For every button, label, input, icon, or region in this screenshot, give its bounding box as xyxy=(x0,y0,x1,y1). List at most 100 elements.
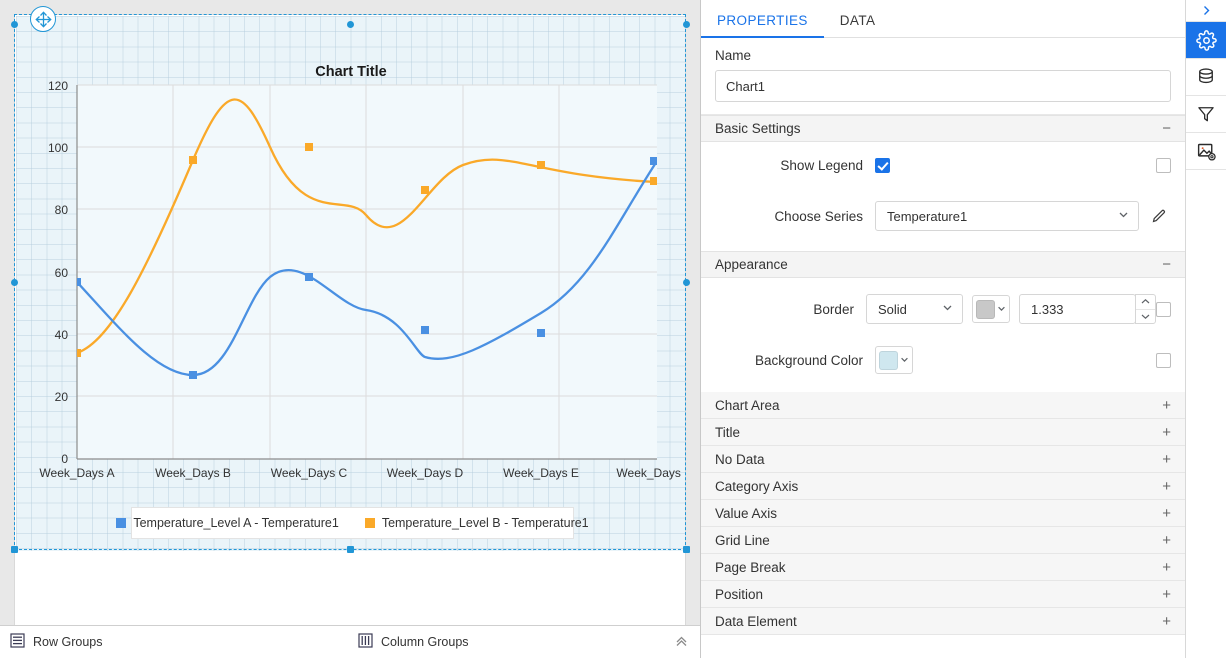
expand-toggle[interactable]: + xyxy=(1162,506,1171,521)
selection-handle-bottom-right[interactable] xyxy=(683,546,690,553)
background-color-row: Background Color xyxy=(715,346,1171,374)
section-label: Data Element xyxy=(715,613,797,629)
border-color-swatch xyxy=(976,299,995,319)
svg-text:120: 120 xyxy=(48,79,68,93)
legend-label-series-a: Temperature_Level A - Temperature1 xyxy=(133,516,339,530)
expand-toggle[interactable]: + xyxy=(1162,614,1171,629)
design-surface[interactable]: Chart Title 120 100 80 60 40 20 0 Week_D… xyxy=(0,0,701,658)
chart-report-item[interactable]: Chart Title 120 100 80 60 40 20 0 Week_D… xyxy=(16,16,685,551)
chevron-down-icon xyxy=(1117,208,1130,224)
expand-toggle[interactable]: + xyxy=(1162,425,1171,440)
section-header-basic-settings[interactable]: Basic Settings − xyxy=(701,115,1185,142)
section-chart-area[interactable]: Chart Area + xyxy=(701,392,1185,419)
filter-funnel-icon[interactable] xyxy=(1186,96,1226,133)
report-canvas[interactable]: Chart Title 120 100 80 60 40 20 0 Week_D… xyxy=(14,14,686,628)
tool-rail xyxy=(1185,0,1226,658)
svg-text:60: 60 xyxy=(55,266,69,280)
section-value-axis[interactable]: Value Axis + xyxy=(701,500,1185,527)
collapse-toggle-basic-settings[interactable]: − xyxy=(1162,121,1171,136)
section-header-appearance[interactable]: Appearance − xyxy=(701,251,1185,278)
section-title-basic-settings: Basic Settings xyxy=(715,121,801,136)
chevron-double-up-icon[interactable] xyxy=(674,634,689,651)
svg-text:40: 40 xyxy=(55,328,69,342)
legend-swatch-series-b xyxy=(364,518,375,528)
expand-toggle[interactable]: + xyxy=(1162,452,1171,467)
stepper-up-icon[interactable] xyxy=(1136,295,1155,310)
collapsed-sections-list: Chart Area + Title + No Data + Category … xyxy=(701,392,1185,635)
expand-toggle[interactable]: + xyxy=(1162,398,1171,413)
move-cross-icon[interactable] xyxy=(30,6,56,32)
selection-handle-top-right[interactable] xyxy=(683,21,690,28)
show-legend-label: Show Legend xyxy=(780,158,863,173)
svg-text:0: 0 xyxy=(61,452,68,466)
show-legend-checkbox[interactable] xyxy=(875,158,890,173)
choose-series-select[interactable]: Temperature1 xyxy=(875,201,1139,231)
stepper-down-icon[interactable] xyxy=(1136,310,1155,324)
section-category-axis[interactable]: Category Axis + xyxy=(701,473,1185,500)
expand-toggle[interactable]: + xyxy=(1162,560,1171,575)
border-width-stepper[interactable] xyxy=(1135,294,1156,324)
show-legend-row: Show Legend xyxy=(715,158,1171,173)
column-groups-icon xyxy=(358,633,373,651)
chart-plot: 120 100 80 60 40 20 0 Week_Days A Week_D… xyxy=(39,79,685,480)
gear-icon[interactable] xyxy=(1186,22,1226,59)
svg-text:Week_Days E: Week_Days E xyxy=(503,466,579,480)
name-field-block: Name Chart1 xyxy=(701,38,1185,115)
panel-tabbar: PROPERTIES DATA xyxy=(701,0,1185,38)
row-groups-panel[interactable]: Row Groups xyxy=(10,633,358,651)
expand-toggle[interactable]: + xyxy=(1162,587,1171,602)
choose-series-row: Choose Series Temperature1 xyxy=(715,201,1171,231)
background-color-expression-checkbox[interactable] xyxy=(1156,352,1171,368)
tab-properties[interactable]: PROPERTIES xyxy=(701,13,824,38)
chevron-down-icon xyxy=(997,304,1006,315)
chevron-down-icon xyxy=(900,355,909,366)
section-label: Value Axis xyxy=(715,505,778,521)
section-grid-line[interactable]: Grid Line + xyxy=(701,527,1185,554)
chevron-right-icon[interactable] xyxy=(1186,0,1226,22)
properties-panel: PROPERTIES DATA Name Chart1 Basic Settin… xyxy=(701,0,1185,658)
legend-label-series-b: Temperature_Level B - Temperature1 xyxy=(381,516,589,530)
border-style-value: Solid xyxy=(877,301,907,317)
row-groups-label: Row Groups xyxy=(33,635,103,649)
group-bar: Row Groups Column Groups xyxy=(0,625,700,658)
selection-handle-bottom-left[interactable] xyxy=(11,546,18,553)
background-color-swatch xyxy=(879,350,898,370)
show-legend-expression-checkbox[interactable] xyxy=(1156,158,1171,173)
expand-toggle[interactable]: + xyxy=(1162,533,1171,548)
choose-series-label: Choose Series xyxy=(774,208,863,224)
svg-text:100: 100 xyxy=(48,141,68,155)
section-label: Position xyxy=(715,586,764,602)
report-designer-app: Chart Title 120 100 80 60 40 20 0 Week_D… xyxy=(0,0,1226,658)
section-label: Grid Line xyxy=(715,532,770,548)
svg-text:Week_Days B: Week_Days B xyxy=(155,466,231,480)
border-width-input[interactable]: 1.333 xyxy=(1019,294,1137,324)
border-style-select[interactable]: Solid xyxy=(865,294,963,324)
legend-entry: Temperature_Level B - Temperature1 xyxy=(364,516,589,530)
selection-handle-middle-left[interactable] xyxy=(11,279,18,286)
tab-data[interactable]: DATA xyxy=(824,13,892,37)
selection-handle-top-center[interactable] xyxy=(347,21,354,28)
section-title[interactable]: Title + xyxy=(701,419,1185,446)
legend-swatch-series-a xyxy=(116,518,127,528)
section-page-break[interactable]: Page Break + xyxy=(701,554,1185,581)
section-position[interactable]: Position + xyxy=(701,581,1185,608)
column-groups-panel[interactable]: Column Groups xyxy=(358,633,469,651)
expand-toggle[interactable]: + xyxy=(1162,479,1171,494)
border-expression-checkbox[interactable] xyxy=(1156,301,1171,317)
svg-text:Week_Days C: Week_Days C xyxy=(271,466,348,480)
border-color-picker[interactable] xyxy=(972,295,1010,323)
selection-handle-bottom-center[interactable] xyxy=(347,546,354,553)
name-input[interactable]: Chart1 xyxy=(715,70,1171,102)
section-data-element[interactable]: Data Element + xyxy=(701,608,1185,635)
database-icon[interactable] xyxy=(1186,59,1226,96)
collapse-toggle-appearance[interactable]: − xyxy=(1162,257,1171,272)
pencil-icon[interactable] xyxy=(1151,208,1167,224)
column-groups-label: Column Groups xyxy=(381,635,469,649)
svg-text:20: 20 xyxy=(55,390,69,404)
background-color-picker[interactable] xyxy=(875,346,913,374)
selection-handle-top-left[interactable] xyxy=(11,21,18,28)
image-settings-icon[interactable] xyxy=(1186,133,1226,170)
section-no-data[interactable]: No Data + xyxy=(701,446,1185,473)
section-content-basic-settings: Show Legend Choose Series Temperature1 xyxy=(701,142,1185,251)
selection-handle-middle-right[interactable] xyxy=(683,279,690,286)
